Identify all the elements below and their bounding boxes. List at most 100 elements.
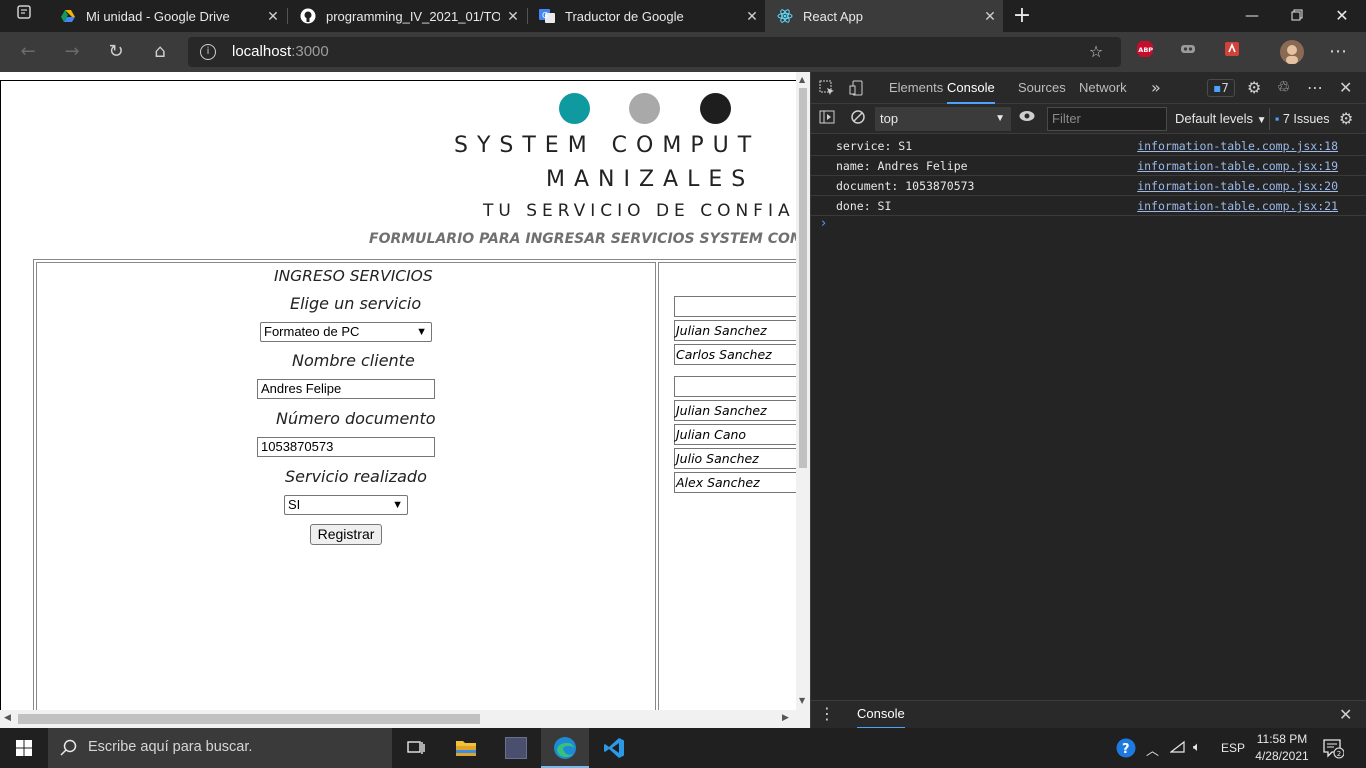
new-tab-icon[interactable]: + [1010,4,1034,28]
document-input[interactable]: 1053870573 [257,437,435,457]
tab-google-drive[interactable]: Mi unidad - Google Drive ✕ [48,0,286,32]
volume-icon[interactable]: 🔈︎ [1193,739,1201,755]
taskbar-search-box[interactable]: Escribe aquí para buscar. [48,728,392,768]
minimize-icon[interactable]: — [1240,4,1264,28]
close-tab-icon[interactable]: ✕ [260,8,286,25]
devtools-tab-console[interactable]: Console [947,72,995,104]
client-name-input[interactable]: Andres Felipe [257,379,435,399]
scroll-up-icon[interactable]: ▲ [799,75,805,84]
log-levels-dropdown[interactable]: Default levels ▼ [1175,111,1267,126]
record-field[interactable]: Julio Sanchez [674,448,796,469]
more-options-icon[interactable]: ⋯ [1326,40,1350,64]
file-explorer-app[interactable] [442,728,490,768]
console-log-row: service: S1 information-table.comp.jsx:1… [811,136,1366,156]
url-text: localhost:3000 [232,43,329,60]
feedback-icon[interactable]: ♲ [1277,78,1290,96]
vscode-app[interactable] [590,728,638,768]
log-source-link[interactable]: information-table.comp.jsx:20 [1137,176,1338,196]
record-field[interactable]: Julian Cano [674,424,796,445]
close-tab-icon[interactable]: ✕ [500,8,526,25]
add-favorite-icon[interactable]: ☆ [1084,40,1108,64]
clock-date[interactable]: 4/28/2021 [1254,749,1310,763]
scroll-down-icon[interactable]: ▼ [799,696,805,705]
record-field[interactable] [674,296,796,317]
language-indicator[interactable]: ESP [1221,741,1245,755]
tab-actions-icon[interactable] [12,4,36,28]
done-select[interactable]: SI ▼ [284,495,408,515]
devtools-tab-sources[interactable]: Sources [1018,72,1066,104]
extension-puzzle-icon[interactable] [1220,40,1244,64]
devtools-tab-elements[interactable]: Elements [889,72,943,104]
clear-console-icon[interactable] [851,110,865,128]
more-tabs-icon[interactable]: » [1151,78,1161,97]
notifications-icon[interactable]: 2 [1322,737,1345,762]
context-select[interactable]: top ▼ [875,107,1011,131]
back-icon[interactable]: ← [16,40,40,64]
task-view-button[interactable] [392,728,440,768]
close-tab-icon[interactable]: ✕ [739,8,765,25]
devtools-tab-network[interactable]: Network [1079,72,1127,104]
restore-icon[interactable] [1285,4,1309,28]
console-settings-gear-icon[interactable]: ⚙ [1339,109,1353,128]
page-vertical-scrollbar[interactable]: ▲ ▼ [796,72,810,710]
drawer-more-icon[interactable]: ⋮ [819,704,835,723]
scroll-left-icon[interactable]: ◀ [4,713,11,723]
messages-count: 7 [1221,81,1229,95]
close-window-icon[interactable]: ✕ [1330,4,1354,28]
close-devtools-icon[interactable]: ✕ [1339,78,1352,97]
refresh-icon[interactable]: ↻ [104,40,128,64]
tab-github[interactable]: programming_IV_2021_01/TODO ✕ [288,0,526,32]
clock-time[interactable]: 11:58 PM [1256,732,1308,746]
sidebar-toggle-icon[interactable] [819,110,835,128]
record-field[interactable]: Carlos Sanchez [674,344,796,365]
record-field[interactable] [674,376,796,397]
scrollbar-thumb[interactable] [18,714,480,724]
service-select[interactable]: Formateo de PC ▼ [260,322,432,342]
register-button[interactable]: Registrar [310,524,382,545]
show-hidden-icons-icon[interactable]: ︿ [1146,740,1159,759]
close-drawer-icon[interactable]: ✕ [1339,705,1352,724]
drawer-tab-console[interactable]: Console [857,701,905,729]
address-bar[interactable]: i localhost:3000 ☆ [188,37,1121,67]
tab-react-app[interactable]: React App ✕ [765,0,1003,32]
settings-gear-icon[interactable]: ⚙ [1247,78,1261,97]
vscode-icon [604,738,624,758]
log-source-link[interactable]: information-table.comp.jsx:19 [1137,156,1338,176]
adblock-extension-icon[interactable]: ABP [1133,40,1157,64]
address-toolbar: ← → ↻ ⌂ i localhost:3000 ☆ ABP ⋯ [0,32,1366,72]
record-field[interactable]: Julian Sanchez [674,320,796,341]
profile-avatar[interactable] [1280,40,1304,64]
devtools-more-icon[interactable]: ⋯ [1307,78,1323,97]
extension-icon[interactable] [1176,40,1200,64]
log-source-link[interactable]: information-table.comp.jsx:18 [1137,136,1338,156]
start-button[interactable] [0,728,48,768]
app-thumbnail-icon[interactable] [492,728,540,768]
forward-icon[interactable]: → [60,40,84,64]
url-port: :3000 [291,43,329,60]
web-page: SYSTEM COMPUT MANIZALES TU SERVICIO DE C… [0,72,796,710]
app-square-icon [505,737,527,759]
home-icon[interactable]: ⌂ [148,40,172,64]
site-info-icon[interactable]: i [200,44,216,60]
chevron-down-icon: ▼ [995,113,1005,124]
scroll-right-icon[interactable]: ▶ [782,713,789,723]
console-prompt[interactable]: › [821,216,1361,236]
tab-title: Traductor de Google [565,8,684,24]
help-icon[interactable]: ? [1116,738,1136,761]
record-field[interactable]: Julian Sanchez [674,400,796,421]
tab-google-translate[interactable]: G Traductor de Google ✕ [527,0,765,32]
edge-browser-app[interactable] [541,728,589,768]
console-filter-input[interactable]: Filter [1047,107,1167,131]
messages-badge[interactable]: ▪7 [1207,79,1235,97]
scrollbar-thumb[interactable] [799,88,807,468]
live-expression-eye-icon[interactable] [1019,110,1035,126]
record-field[interactable]: Alex Sanchez [674,472,796,493]
log-source-link[interactable]: information-table.comp.jsx:21 [1137,196,1338,216]
issues-button[interactable]: ▪ 7 Issues [1269,108,1331,130]
close-tab-icon[interactable]: ✕ [977,8,1003,25]
google-translate-icon: G [539,8,555,24]
inspect-element-icon[interactable] [819,80,835,100]
page-horizontal-scrollbar[interactable]: ◀ ▶ [0,710,796,728]
network-wifi-icon[interactable] [1169,740,1186,757]
device-toolbar-icon[interactable] [849,80,865,100]
